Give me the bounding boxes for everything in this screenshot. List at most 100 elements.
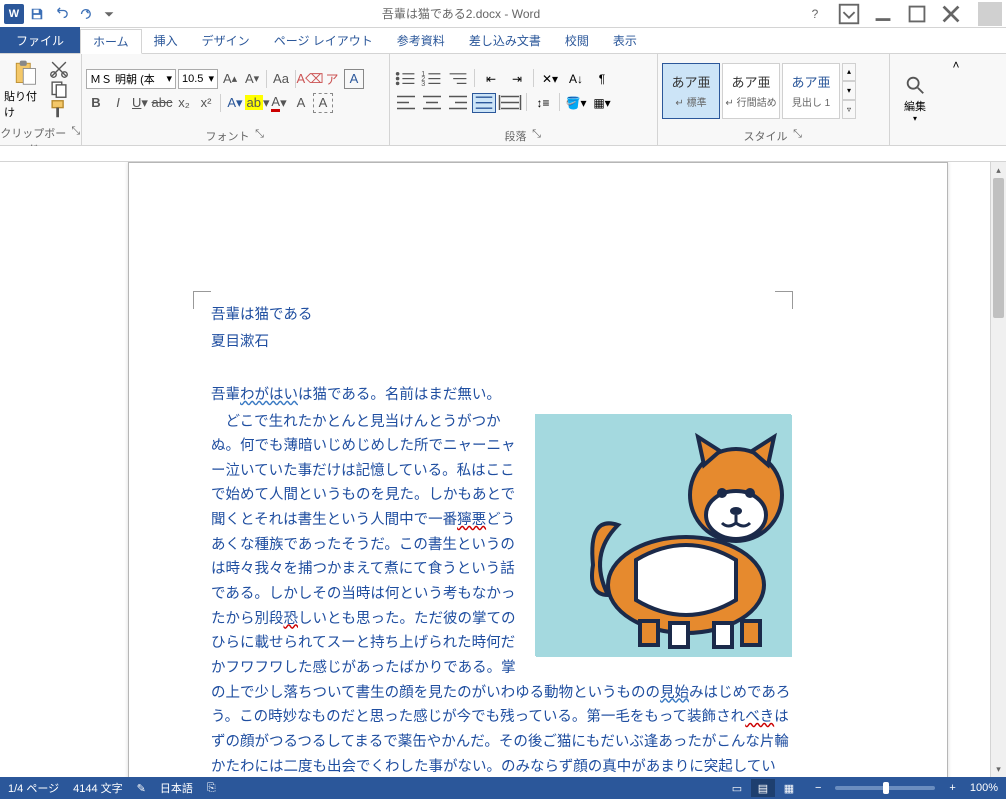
status-language[interactable]: 日本語 [160, 780, 193, 796]
title-bar: W 吾輩は猫である2.docx - Word ? [0, 0, 1006, 28]
group-styles-label: スタイル [744, 128, 788, 144]
status-wordcount[interactable]: 4144 文字 [73, 780, 123, 796]
italic-button[interactable]: I [108, 93, 128, 113]
tab-design[interactable]: デザイン [190, 28, 262, 53]
align-justify-icon[interactable] [472, 93, 496, 113]
align-center-icon[interactable] [420, 93, 444, 113]
scroll-thumb[interactable] [993, 178, 1004, 318]
line-spacing-icon[interactable]: ↕≡ [531, 93, 555, 113]
shrink-font-icon[interactable]: A▾ [242, 69, 262, 89]
clipboard-launcher-icon[interactable]: ⤡ [71, 125, 81, 137]
styles-scroll[interactable]: ▴▾▿ [842, 63, 856, 119]
font-color-icon[interactable]: A▾ [269, 93, 289, 113]
increase-indent-icon[interactable]: ⇥ [505, 69, 529, 89]
margin-corner-tl [193, 291, 211, 309]
grow-font-icon[interactable]: A▴ [220, 69, 240, 89]
change-case-icon[interactable]: Aa [271, 69, 291, 89]
tab-references[interactable]: 参考資料 [385, 28, 457, 53]
tab-mailings[interactable]: 差し込み文書 [457, 28, 553, 53]
word-logo: W [4, 4, 24, 24]
tab-home[interactable]: ホーム [80, 29, 142, 54]
enclose-char-icon[interactable]: A [344, 69, 364, 89]
qat-customize-icon[interactable] [98, 3, 120, 25]
svg-text:3: 3 [421, 79, 425, 88]
multilevel-list-icon[interactable] [446, 69, 470, 89]
font-name-combo[interactable]: ＭＳ 明朝 (本▾ [86, 69, 176, 89]
subscript-icon[interactable]: x₂ [174, 93, 194, 113]
status-page[interactable]: 1/4 ページ [8, 780, 59, 796]
asian-layout-icon[interactable]: ✕▾ [538, 69, 562, 89]
numbering-icon[interactable]: 123 [420, 69, 444, 89]
ribbon-options-icon[interactable] [836, 4, 862, 24]
tab-review[interactable]: 校閲 [553, 28, 601, 53]
view-read-icon[interactable]: ▭ [725, 779, 749, 797]
paragraph-launcher-icon[interactable]: ⤡ [531, 128, 543, 140]
horizontal-ruler[interactable] [0, 146, 1006, 162]
group-paragraph-label: 段落 [505, 128, 527, 144]
window-title: 吾輩は猫である2.docx - Word [120, 5, 802, 22]
scroll-down-icon[interactable]: ▾ [991, 761, 1006, 777]
underline-button[interactable]: U▾ [130, 93, 150, 113]
styles-launcher-icon[interactable]: ⤡ [792, 128, 804, 140]
decrease-indent-icon[interactable]: ⇤ [479, 69, 503, 89]
view-print-icon[interactable]: ▤ [751, 779, 775, 797]
tab-view[interactable]: 表示 [601, 28, 649, 53]
zoom-out-icon[interactable]: − [815, 782, 821, 794]
phonetic-guide-icon[interactable]: ア [322, 69, 342, 89]
redo-icon[interactable] [74, 3, 96, 25]
superscript-icon[interactable]: x² [196, 93, 216, 113]
style-heading1[interactable]: あア亜 見出し 1 [782, 63, 840, 119]
ribbon-tabs: ファイル ホーム 挿入 デザイン ページ レイアウト 参考資料 差し込み文書 校… [0, 28, 1006, 54]
style-no-spacing[interactable]: あア亜 ↵ 行間詰め [722, 63, 780, 119]
style-normal[interactable]: あア亜 ↵ 標準 [662, 63, 720, 119]
highlight-icon[interactable]: ab▾ [247, 93, 267, 113]
distributed-icon[interactable] [498, 93, 522, 113]
borders-icon[interactable]: ▦▾ [590, 93, 614, 113]
font-launcher-icon[interactable]: ⤡ [254, 128, 266, 140]
collapse-ribbon-icon[interactable]: ˄ [944, 54, 968, 145]
document-page[interactable]: 吾輩は猫である 夏目漱石 吾輩わがはいは猫である。名前はまだ無い。 [128, 162, 948, 777]
status-bar: 1/4 ページ 4144 文字 ✎ 日本語 ⎘ ▭ ▤ ▦ − + 100% [0, 777, 1006, 799]
maximize-icon[interactable] [904, 4, 930, 24]
strikethrough-icon[interactable]: abc [152, 93, 172, 113]
align-right-icon[interactable] [446, 93, 470, 113]
close-icon[interactable] [938, 4, 964, 24]
save-icon[interactable] [26, 3, 48, 25]
cut-icon[interactable] [48, 60, 70, 78]
show-marks-icon[interactable]: ¶ [590, 69, 614, 89]
paste-button[interactable]: 貼り付け [4, 58, 46, 120]
zoom-level[interactable]: 100% [970, 782, 998, 794]
tab-pagelayout[interactable]: ページ レイアウト [262, 28, 385, 53]
ribbon: 貼り付け クリップボード⤡ ＭＳ 明朝 (本▾ 10.5▾ A▴ A▾ Aa [0, 54, 1006, 146]
insert-mode-icon[interactable]: ⎘ [207, 782, 216, 795]
zoom-in-icon[interactable]: + [949, 782, 955, 794]
align-left-icon[interactable] [394, 93, 418, 113]
copy-icon[interactable] [48, 80, 70, 98]
proofing-icon[interactable]: ✎ [137, 782, 146, 795]
bullets-icon[interactable] [394, 69, 418, 89]
user-avatar[interactable] [978, 2, 1002, 26]
vertical-scrollbar[interactable]: ▴ ▾ [990, 162, 1006, 777]
clear-format-icon[interactable]: A⌫ [300, 69, 320, 89]
tab-insert[interactable]: 挿入 [142, 28, 190, 53]
bold-button[interactable]: B [86, 93, 106, 113]
help-icon[interactable]: ? [802, 4, 828, 24]
scroll-up-icon[interactable]: ▴ [991, 162, 1006, 178]
shading-icon[interactable]: 🪣▾ [564, 93, 588, 113]
char-shading-icon[interactable]: A [291, 93, 311, 113]
sort-icon[interactable]: A↓ [564, 69, 588, 89]
document-area: 吾輩は猫である 夏目漱石 吾輩わがはいは猫である。名前はまだ無い。 [0, 146, 1006, 777]
minimize-icon[interactable] [870, 4, 896, 24]
group-font-label: フォント [206, 128, 250, 144]
font-size-combo[interactable]: 10.5▾ [178, 69, 218, 89]
view-web-icon[interactable]: ▦ [777, 779, 801, 797]
tab-file[interactable]: ファイル [0, 27, 80, 53]
undo-icon[interactable] [50, 3, 72, 25]
zoom-slider[interactable] [835, 786, 935, 790]
text-effects-icon[interactable]: A▾ [225, 93, 245, 113]
embedded-image[interactable] [535, 414, 791, 656]
find-button[interactable]: 編集 ▾ [894, 74, 936, 123]
document-content[interactable]: 吾輩は猫である 夏目漱石 吾輩わがはいは猫である。名前はまだ無い。 [211, 303, 791, 777]
char-border-icon[interactable]: A [313, 93, 333, 113]
format-painter-icon[interactable] [48, 100, 70, 118]
